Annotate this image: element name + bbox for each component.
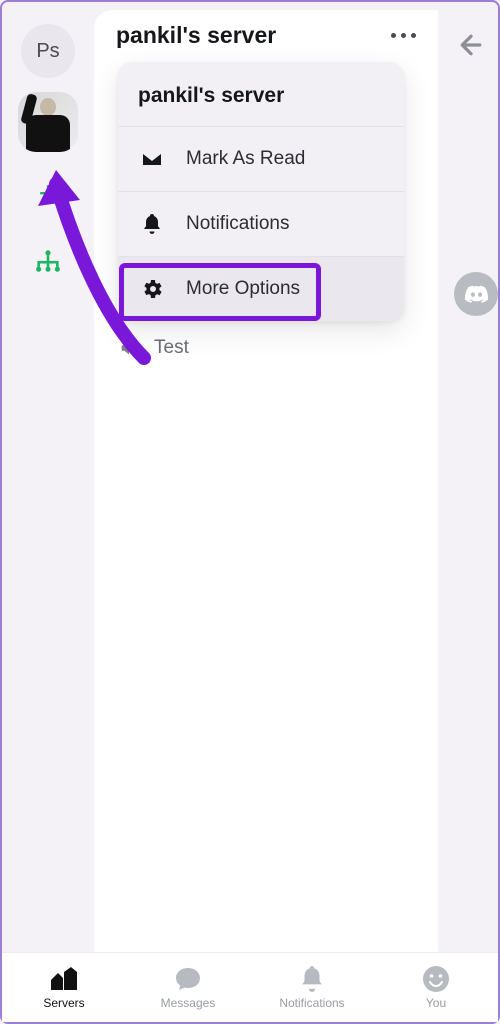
server-avatar-selected[interactable] <box>18 92 78 152</box>
server-more-button[interactable] <box>391 33 416 38</box>
menu-label: Mark As Read <box>186 148 305 170</box>
face-icon <box>422 965 450 993</box>
envelope-icon <box>140 147 164 171</box>
discord-icon[interactable] <box>454 272 498 316</box>
gear-icon <box>140 277 164 301</box>
right-panel <box>438 2 498 952</box>
nav-you[interactable]: You <box>374 953 498 1022</box>
menu-label: More Options <box>186 278 300 300</box>
bell-icon <box>140 212 164 236</box>
bell-icon <box>299 965 325 993</box>
messages-icon <box>174 965 202 993</box>
channel-test[interactable]: Test <box>104 323 428 373</box>
bottom-nav: Servers Messages Notifications You <box>2 952 498 1022</box>
server-sidebar: Ps + <box>2 2 94 952</box>
server-context-menu: pankil's server Mark As Read Notificatio… <box>118 62 404 321</box>
back-arrow-icon[interactable] <box>456 30 498 65</box>
add-server-button[interactable]: + <box>21 166 75 220</box>
menu-label: Notifications <box>186 213 290 235</box>
nav-notifications[interactable]: Notifications <box>250 953 374 1022</box>
server-title: pankil's server <box>116 22 276 49</box>
nav-label: Notifications <box>279 996 344 1010</box>
channel-label: Test <box>154 337 189 359</box>
menu-notifications[interactable]: Notifications <box>118 191 404 256</box>
popup-title: pankil's server <box>118 62 404 126</box>
nav-servers[interactable]: Servers <box>2 953 126 1022</box>
menu-mark-as-read[interactable]: Mark As Read <box>118 126 404 191</box>
menu-more-options[interactable]: More Options <box>118 256 404 321</box>
nav-label: You <box>426 996 446 1010</box>
nav-label: Servers <box>43 996 84 1010</box>
hub-icon[interactable] <box>21 234 75 288</box>
server-ps[interactable]: Ps <box>21 24 75 78</box>
nav-label: Messages <box>161 996 216 1010</box>
nav-messages[interactable]: Messages <box>126 953 250 1022</box>
servers-icon <box>49 965 79 993</box>
